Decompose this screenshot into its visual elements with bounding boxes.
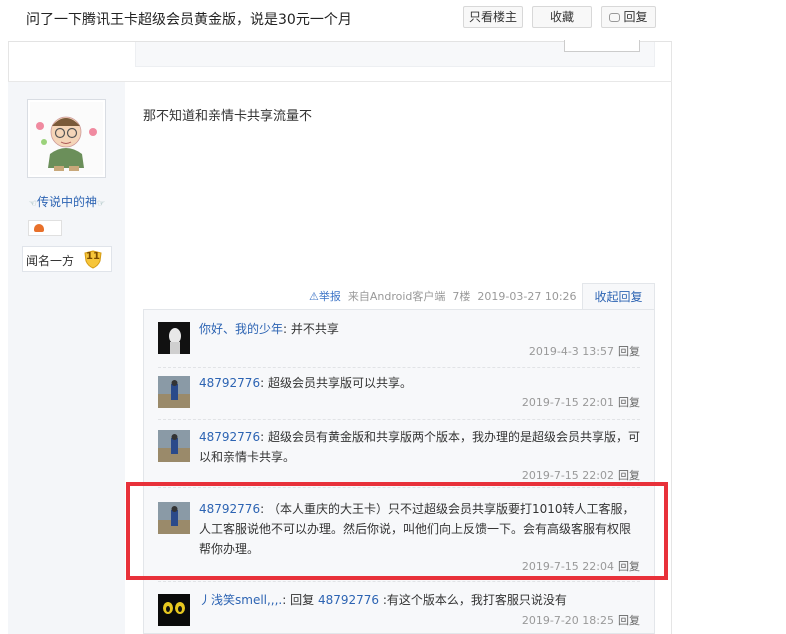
reply-reply-link[interactable]: 回复 (618, 469, 640, 482)
reply-user-link[interactable]: 48792776 (199, 430, 260, 444)
post-tail: ⚠举报 来自Android客户端 7楼 2019-03-27 10:26 (309, 288, 577, 304)
cartoon-avatar-icon (30, 102, 103, 175)
report-label: 举报 (318, 290, 341, 303)
reply-body: :有这个版本么，我打客服只说没有 (382, 593, 567, 607)
reply-user-link[interactable]: 丿浅笑smell,,,. (199, 593, 282, 607)
post-content: 那不知道和亲情卡共享流量不 (143, 109, 313, 124)
post-source: 来自Android客户端 (347, 290, 446, 303)
reply-user-link[interactable]: 你好、我的少年 (199, 322, 283, 336)
gamepad-icon (34, 224, 44, 232)
only-op-button[interactable]: 只看楼主 (463, 6, 523, 28)
reply-time: 2019-7-15 22:01 (521, 396, 614, 409)
reply-colon: : (283, 322, 288, 336)
post-time: 2019-03-27 10:26 (477, 290, 577, 303)
favorite-button[interactable]: 收藏 (532, 6, 592, 28)
reply-reply-link[interactable]: 回复 (618, 396, 640, 409)
reply-button-label: 回复 (623, 10, 648, 24)
reply-reply-link[interactable]: 回复 (618, 345, 640, 358)
reply-text: 48792776: 超级会员共享版可以共享。 (199, 373, 641, 393)
reply-text: 你好、我的少年: 并不共享 (199, 319, 641, 339)
list-item: 丿浅笑smell,,,.: 回复 48792776 :有这个版本么，我打客服只说… (144, 582, 654, 634)
reply-time: 2019-4-3 13:57 (528, 345, 614, 358)
reply-colon: : (260, 430, 265, 444)
reply-avatar[interactable] (158, 322, 190, 354)
collapse-replies-button[interactable]: 收起回复 (582, 283, 655, 310)
list-item: 48792776: 超级会员有黄金版和共享版两个版本，我办理的是超级会员共享版，… (144, 420, 654, 488)
reply-meta: 2019-7-15 22:02 回复 (522, 467, 640, 483)
thread-header: 问了一下腾讯王卡超级会员黄金版，说是30元一个月 只看楼主 收藏 回复 (8, 0, 672, 42)
reply-time: 2019-7-15 22:02 (521, 469, 614, 482)
previous-floor-button[interactable] (564, 40, 640, 52)
warning-icon: ⚠ (309, 290, 319, 303)
list-item: 你好、我的少年: 并不共享 2019-4-3 13:57 回复 (144, 310, 654, 368)
author-name: 传说中的神 (36, 195, 97, 209)
reply-meta: 2019-4-3 13:57 回复 (529, 343, 640, 359)
reply-time: 2019-7-20 18:25 (521, 614, 614, 627)
thread-title: 问了一下腾讯王卡超级会员黄金版，说是30元一个月 (26, 12, 352, 28)
reply-reply-link[interactable]: 回复 (618, 614, 640, 627)
highlight-box (126, 482, 668, 580)
user-level[interactable]: 闻名一方 11 (22, 246, 112, 272)
reply-user-link[interactable]: 48792776 (199, 376, 260, 390)
reply-colon: : (260, 376, 265, 390)
reply-text: 丿浅笑smell,,,.: 回复 48792776 :有这个版本么，我打客服只说… (199, 590, 641, 610)
level-number: 11 (86, 251, 100, 262)
wing-left-icon: ☜ (28, 199, 37, 209)
reply-body: 并不共享 (290, 322, 339, 336)
wing-right-icon: ☞ (97, 199, 106, 209)
author-avatar[interactable] (27, 99, 106, 178)
game-badge[interactable] (28, 220, 62, 236)
reply-body: 超级会员共享版可以共享。 (267, 376, 412, 390)
mention-link[interactable]: 48792776 (318, 593, 379, 607)
reply-body: 超级会员有黄金版和共享版两个版本，我办理的是超级会员共享版，可以和亲情卡共享。 (199, 430, 640, 464)
reply-meta: 2019-7-15 22:01 回复 (522, 394, 640, 410)
reply-avatar[interactable] (158, 430, 190, 462)
reply-text: 48792776: 超级会员有黄金版和共享版两个版本，我办理的是超级会员共享版，… (199, 427, 641, 467)
previous-floor-footer (135, 40, 655, 67)
reply-avatar[interactable] (158, 376, 190, 408)
author-name-link[interactable]: ☜传说中的神☞ (25, 193, 109, 210)
page: 问了一下腾讯王卡超级会员黄金版，说是30元一个月 只看楼主 收藏 回复 ☜传说中… (0, 0, 786, 634)
report-link[interactable]: ⚠举报 (309, 290, 341, 303)
reply-meta: 2019-7-20 18:25 回复 (522, 612, 640, 628)
reply-button[interactable]: 回复 (601, 6, 656, 28)
reply-prefix: 回复 (290, 593, 315, 607)
comment-icon (609, 13, 621, 22)
level-shield-icon: 11 (83, 250, 103, 269)
reply-colon: : (282, 593, 287, 607)
list-item: 48792776: 超级会员共享版可以共享。 2019-7-15 22:01 回复 (144, 368, 654, 420)
post-floor: 7楼 (452, 290, 471, 303)
reply-avatar[interactable] (158, 594, 190, 626)
reply-list: 你好、我的少年: 并不共享 2019-4-3 13:57 回复 48792776:… (143, 309, 655, 634)
level-name: 闻名一方 (26, 254, 75, 268)
